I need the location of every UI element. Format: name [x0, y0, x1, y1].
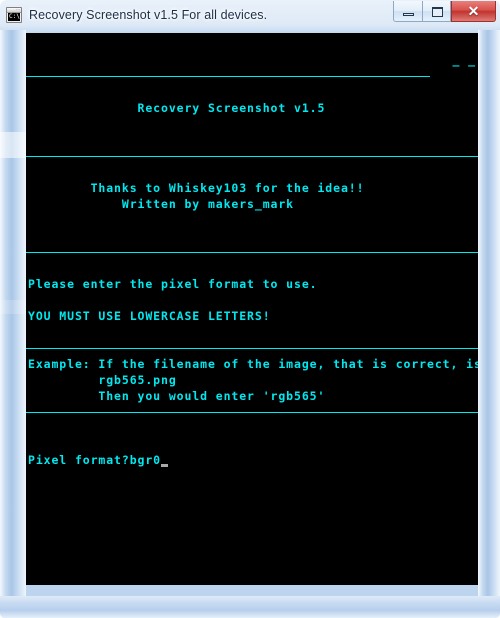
console-divider-line: [26, 244, 478, 260]
console-text-line: rgb565.png: [28, 373, 177, 387]
maximize-button[interactable]: [422, 1, 451, 22]
close-icon: ✕: [467, 3, 480, 19]
console-output-area[interactable]: _ _ Recovery Screenshot v1.5 Thanks to W…: [26, 33, 478, 585]
console-text-line: Then you would enter 'rgb565': [28, 389, 326, 403]
console-icon: ··· C:\: [6, 7, 22, 23]
text-cursor: [161, 464, 169, 467]
console-text-line: Thanks to Whiskey103 for the idea!!: [28, 181, 365, 195]
window-border-bottom: [0, 596, 500, 618]
title-bar[interactable]: ··· C:\ Recovery Screenshot v1.5 For all…: [0, 0, 500, 30]
minimize-button[interactable]: [393, 1, 422, 22]
console-divider-line: [26, 148, 478, 164]
icon-dots: ···: [16, 7, 20, 12]
console-trailing-dashes: _ _: [26, 52, 478, 68]
close-button[interactable]: ✕: [451, 1, 496, 22]
console-prompt-text: Pixel format?bgr0: [28, 453, 162, 467]
console-prompt-line[interactable]: Pixel format?bgr0: [26, 452, 478, 468]
console-dash-text: _ _: [452, 53, 476, 67]
console-text-line: Written by makers_mark: [28, 197, 295, 211]
maximize-icon: [432, 7, 443, 17]
console-text-line: Please enter the pixel format to use.: [28, 277, 318, 291]
console-divider-line: [26, 68, 478, 84]
console-text-line: Example: If the filename of the image, t…: [28, 357, 478, 371]
console-divider-line: [26, 340, 478, 356]
window-title: Recovery Screenshot v1.5 For all devices…: [29, 8, 268, 22]
console-text-line: Recovery Screenshot v1.5: [28, 101, 326, 115]
console-window: ··· C:\ Recovery Screenshot v1.5 For all…: [0, 0, 500, 618]
console-text-line: YOU MUST USE LOWERCASE LETTERS!: [28, 309, 271, 323]
console-divider-line: [26, 404, 478, 420]
window-controls[interactable]: ✕: [393, 1, 496, 22]
window-border-left: [0, 30, 26, 618]
minimize-icon: [403, 13, 414, 16]
icon-screen-text: C:\: [8, 13, 20, 21]
window-border-right: [478, 30, 500, 618]
